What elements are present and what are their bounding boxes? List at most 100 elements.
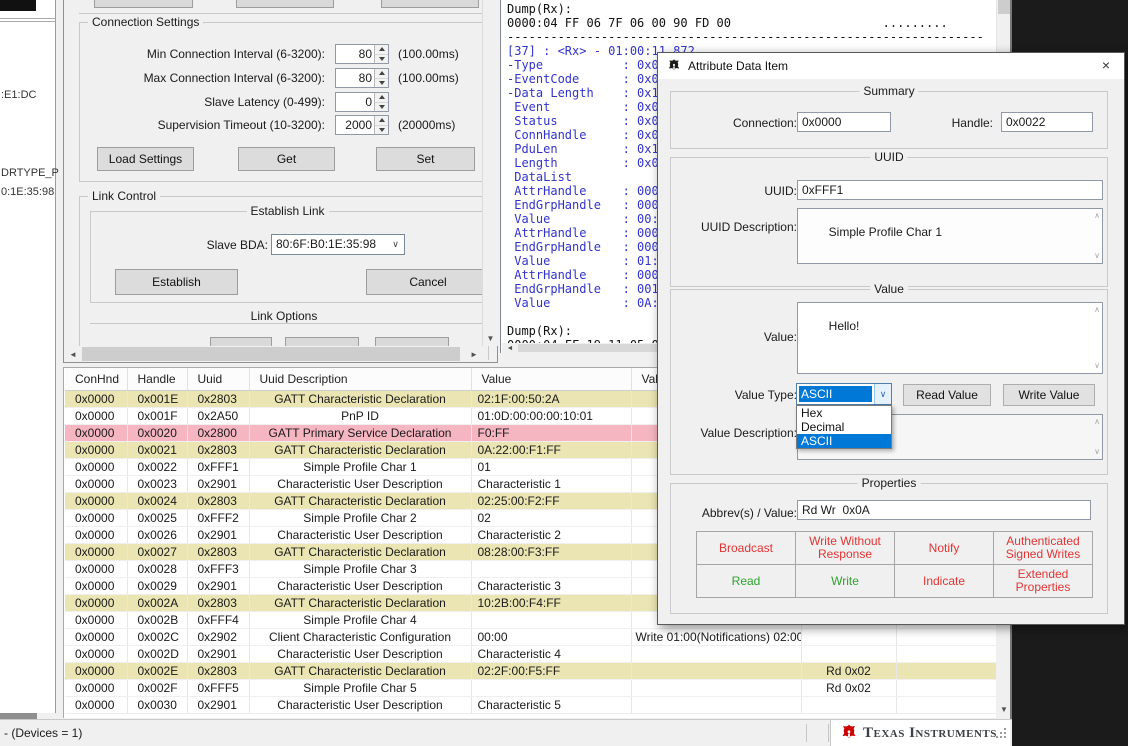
table-cell: 0x001F bbox=[127, 407, 187, 424]
scroll-left-icon[interactable]: ◄ bbox=[504, 343, 516, 353]
triangle-up-icon bbox=[379, 47, 385, 51]
establish-link-title: Establish Link bbox=[246, 204, 328, 218]
table-cell: Simple Profile Char 4 bbox=[249, 611, 471, 628]
table-cell: Characteristic 3 bbox=[471, 577, 631, 594]
table-row[interactable]: 0x00000x002F0xFFF5Simple Profile Char 5R… bbox=[65, 679, 996, 696]
write-value-button[interactable]: Write Value bbox=[1003, 384, 1095, 406]
table-cell: 0x0022 bbox=[127, 458, 187, 475]
get-button[interactable]: Get bbox=[238, 147, 335, 171]
table-cell: 10:2B:00:F4:FF bbox=[471, 594, 631, 611]
table-cell bbox=[801, 628, 896, 645]
spin-down-button[interactable] bbox=[375, 126, 388, 135]
chevron-up-icon[interactable]: ∧ bbox=[1094, 306, 1100, 314]
establish-button[interactable]: Establish bbox=[115, 269, 238, 295]
table-row[interactable]: 0x00000x002D0x2901Characteristic User De… bbox=[65, 645, 996, 662]
chevron-up-icon[interactable]: ∧ bbox=[1094, 212, 1100, 220]
chevron-up-icon[interactable]: ∧ bbox=[1094, 418, 1100, 426]
supervision-timeout-spinner[interactable]: 2000 bbox=[335, 115, 389, 135]
table-row[interactable]: 0x00000x002E0x2803GATT Characteristic De… bbox=[65, 662, 996, 679]
status-separator bbox=[828, 724, 829, 742]
close-icon[interactable]: × bbox=[1092, 55, 1120, 75]
vscroll-thumb[interactable] bbox=[998, 0, 1010, 14]
dialog-title: Attribute Data Item bbox=[688, 59, 788, 73]
window-corner bbox=[0, 0, 36, 11]
spin-down-button[interactable] bbox=[375, 79, 388, 88]
value-type-option[interactable]: ASCII bbox=[797, 434, 891, 448]
connection-field[interactable]: 0x0000 bbox=[797, 112, 891, 132]
table-cell: GATT Characteristic Declaration bbox=[249, 390, 471, 407]
chevron-down-icon[interactable]: ∨ bbox=[1094, 362, 1100, 370]
spin-down-button[interactable] bbox=[375, 55, 388, 64]
table-cell: GATT Characteristic Declaration bbox=[249, 662, 471, 679]
clipped-button[interactable] bbox=[94, 0, 193, 8]
uuid-field[interactable]: 0xFFF1 bbox=[797, 180, 1103, 200]
set-button[interactable]: Set bbox=[376, 147, 475, 171]
uuid-group: UUID UUID: 0xFFF1 UUID Description: Simp… bbox=[670, 157, 1108, 287]
table-cell: GATT Characteristic Declaration bbox=[249, 543, 471, 560]
load-settings-button[interactable]: Load Settings bbox=[97, 147, 194, 171]
spin-down-button[interactable] bbox=[375, 103, 388, 112]
table-cell: 0xFFF1 bbox=[187, 458, 249, 475]
value-type-combobox[interactable]: ASCII ∨ bbox=[796, 383, 892, 405]
slave-latency-spinner[interactable]: 0 bbox=[335, 92, 389, 112]
resize-grip[interactable] bbox=[1004, 728, 1006, 730]
hscroll-thumb[interactable] bbox=[82, 347, 460, 361]
table-cell: Simple Profile Char 3 bbox=[249, 560, 471, 577]
chevron-down-icon[interactable]: ∨ bbox=[387, 235, 404, 254]
column-header[interactable]: Handle bbox=[127, 368, 187, 390]
value-type-option[interactable]: Hex bbox=[797, 406, 891, 420]
settings-vscrollbar[interactable]: ▼ bbox=[482, 0, 498, 346]
ti-bug-icon bbox=[666, 58, 682, 74]
clipped-button[interactable] bbox=[236, 0, 334, 8]
spin-up-button[interactable] bbox=[375, 116, 388, 126]
table-cell: PnP ID bbox=[249, 407, 471, 424]
spin-up-button[interactable] bbox=[375, 69, 388, 79]
scroll-down-icon[interactable]: ▼ bbox=[483, 330, 498, 346]
clipped-button[interactable] bbox=[381, 0, 479, 8]
table-cell: Simple Profile Char 1 bbox=[249, 458, 471, 475]
cancel-button[interactable]: Cancel bbox=[366, 269, 490, 295]
table-cell: 0x2803 bbox=[187, 441, 249, 458]
table-cell bbox=[471, 560, 631, 577]
supervision-timeout-value[interactable]: 2000 bbox=[336, 116, 374, 134]
column-header[interactable]: ConHnd bbox=[65, 368, 127, 390]
slave-latency-label: Slave Latency (0-499): bbox=[97, 95, 325, 109]
min-conn-interval-spinner[interactable]: 80 bbox=[335, 44, 389, 64]
read-value-button[interactable]: Read Value bbox=[903, 384, 991, 406]
chevron-down-icon[interactable]: ∨ bbox=[1094, 252, 1100, 260]
column-header[interactable]: Uuid Description bbox=[249, 368, 471, 390]
settings-hscrollbar[interactable]: ◄ ► bbox=[65, 346, 482, 362]
attribute-data-item-dialog: Attribute Data Item × Summary Connection… bbox=[657, 52, 1125, 625]
link-control-group: Link Control Establish Link Slave BDA: 8… bbox=[79, 196, 489, 360]
table-row[interactable]: 0x00000x002C0x2902Client Characteristic … bbox=[65, 628, 996, 645]
spin-up-button[interactable] bbox=[375, 93, 388, 103]
groupbox-bottom-edge bbox=[79, 13, 489, 14]
uuid-description-field[interactable]: Simple Profile Char 1 ∧ ∨ bbox=[797, 208, 1103, 264]
slave-latency-value[interactable]: 0 bbox=[336, 93, 374, 111]
column-header[interactable]: Uuid bbox=[187, 368, 249, 390]
chevron-down-icon[interactable]: ∨ bbox=[874, 384, 891, 404]
abbrev-value-field[interactable]: Rd Wr 0x0A bbox=[797, 500, 1091, 520]
table-cell: 0A:22:00:F1:FF bbox=[471, 441, 631, 458]
spin-up-button[interactable] bbox=[375, 45, 388, 55]
max-conn-interval-value[interactable]: 80 bbox=[336, 69, 374, 87]
table-cell: 0x0026 bbox=[127, 526, 187, 543]
value-field[interactable]: Hello! ∧ ∨ bbox=[797, 302, 1103, 374]
dialog-titlebar[interactable]: Attribute Data Item × bbox=[658, 53, 1124, 79]
properties-grid: BroadcastWrite Without ResponseNotifyAut… bbox=[696, 531, 1093, 598]
scroll-right-icon[interactable]: ► bbox=[466, 346, 482, 362]
table-cell bbox=[631, 645, 801, 662]
scroll-left-icon[interactable]: ◄ bbox=[65, 346, 81, 362]
table-cell: GATT Characteristic Declaration bbox=[249, 492, 471, 509]
value-type-option[interactable]: Decimal bbox=[797, 420, 891, 434]
chevron-down-icon[interactable]: ∨ bbox=[1094, 448, 1100, 456]
max-conn-interval-spinner[interactable]: 80 bbox=[335, 68, 389, 88]
handle-field[interactable]: 0x0022 bbox=[1001, 112, 1093, 132]
value-type-label: Value Type: bbox=[685, 388, 797, 402]
slave-bda-combobox[interactable]: 80:6F:B0:1E:35:98 ∨ bbox=[271, 234, 405, 255]
min-conn-interval-value[interactable]: 80 bbox=[336, 45, 374, 63]
table-cell: 0x0000 bbox=[65, 407, 127, 424]
table-cell: 0x0021 bbox=[127, 441, 187, 458]
column-header[interactable]: Value bbox=[471, 368, 631, 390]
table-row[interactable]: 0x00000x00300x2901Characteristic User De… bbox=[65, 696, 996, 713]
